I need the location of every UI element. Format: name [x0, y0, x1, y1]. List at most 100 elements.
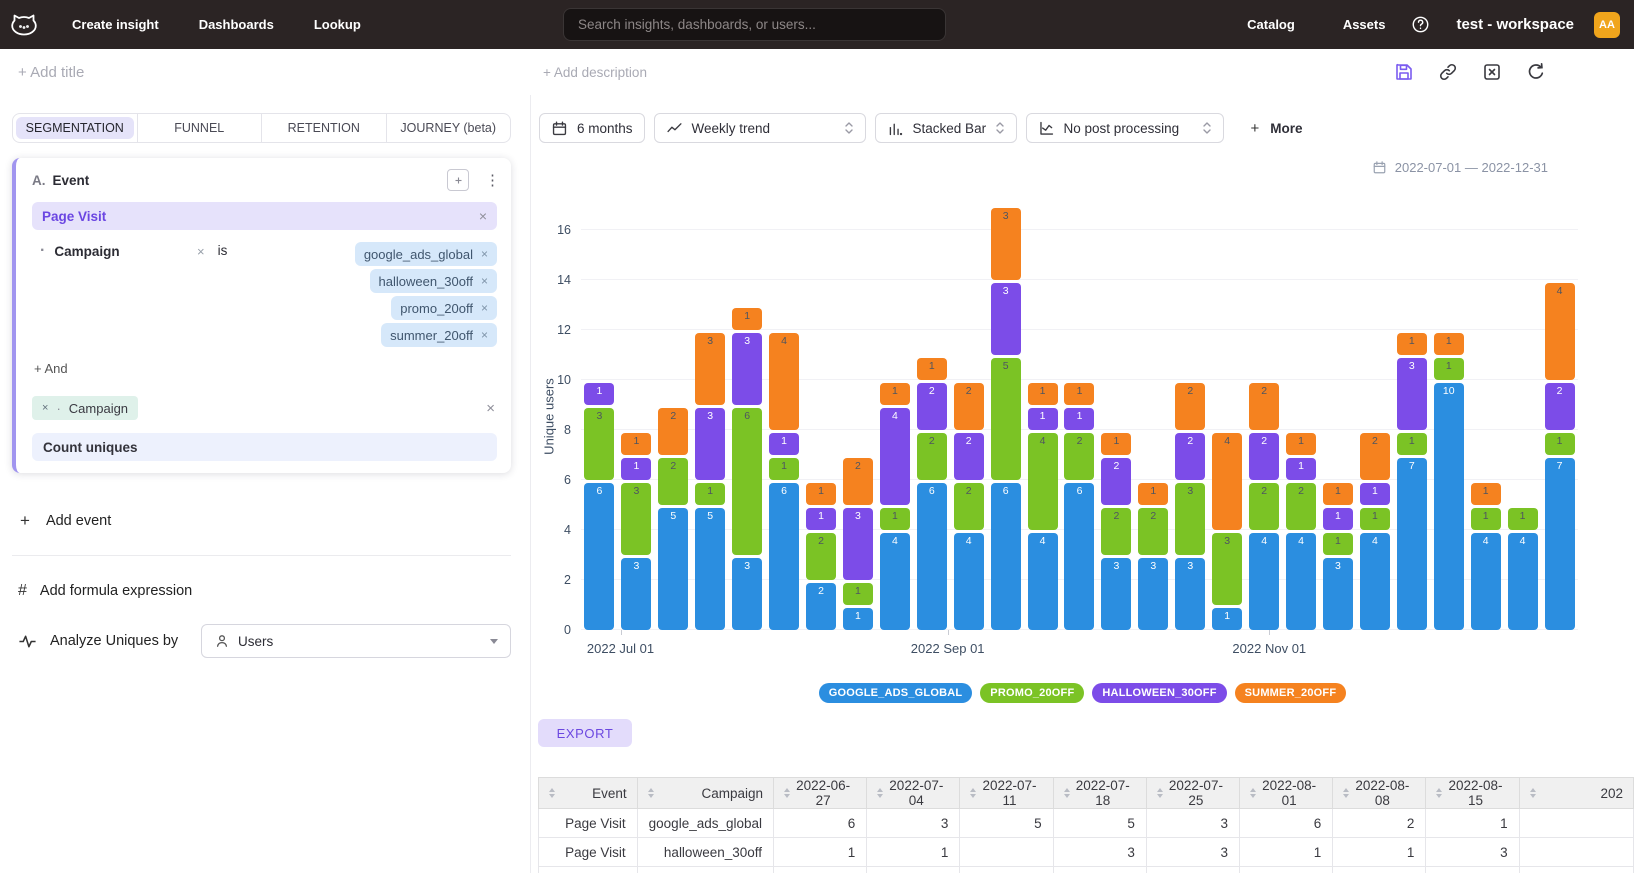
remove-chip-icon[interactable]: × [481, 274, 488, 288]
bar-segment-promo_20off[interactable]: 2 [1286, 483, 1316, 530]
bar-segment-promo_20off[interactable]: 1 [1360, 508, 1390, 530]
bar-segment-google_ads_global[interactable]: 6 [769, 483, 799, 630]
nav-link-lookup[interactable]: Lookup [314, 17, 361, 32]
bar-segment-summer_20off[interactable]: 1 [806, 483, 836, 505]
bar-segment-google_ads_global[interactable]: 4 [1249, 533, 1279, 630]
bar-segment-google_ads_global[interactable]: 1 [1212, 608, 1242, 630]
user-avatar[interactable]: AA [1594, 12, 1620, 38]
save-icon[interactable] [1394, 62, 1414, 82]
add-title-placeholder[interactable]: + Add title [18, 64, 84, 81]
bar-segment-google_ads_global[interactable]: 4 [954, 533, 984, 630]
bar-segment-halloween_30off[interactable]: 3 [695, 408, 725, 480]
bar-segment-halloween_30off[interactable]: 2 [1545, 383, 1575, 430]
bar-segment-google_ads_global[interactable]: 4 [880, 533, 910, 630]
table-header-cell-event[interactable]: Event [539, 778, 638, 809]
bar-segment-halloween_30off[interactable]: 1 [1064, 408, 1094, 430]
bar-segment-summer_20off[interactable]: 3 [695, 333, 725, 405]
bar-segment-halloween_30off[interactable]: 1 [769, 433, 799, 455]
remove-chip-icon[interactable]: × [481, 301, 488, 315]
bar-segment-summer_20off[interactable]: 2 [1249, 383, 1279, 430]
remove-chip-icon[interactable]: × [481, 328, 488, 342]
table-header-cell-2022-08-01[interactable]: 2022-08-01 [1240, 778, 1333, 809]
bar-segment-summer_20off[interactable]: 1 [1434, 333, 1464, 355]
bar-segment-promo_20off[interactable]: 1 [1545, 433, 1575, 455]
bar-segment-promo_20off[interactable]: 3 [584, 408, 614, 480]
bar-segment-halloween_30off[interactable]: 1 [1286, 458, 1316, 480]
legend-pill-promo_20off[interactable]: PROMO_20OFF [980, 683, 1084, 703]
filter-value-chip-google-ads-global[interactable]: google_ads_global× [355, 242, 497, 266]
add-event-button[interactable]: + Add event [12, 511, 511, 531]
bar-segment-halloween_30off[interactable]: 3 [991, 283, 1021, 355]
sort-icon[interactable] [1530, 788, 1536, 798]
bar-segment-halloween_30off[interactable]: 4 [880, 408, 910, 505]
bar-segment-summer_20off[interactable]: 1 [1397, 333, 1427, 355]
bar-segment-google_ads_global[interactable]: 3 [621, 558, 651, 630]
bar-segment-summer_20off[interactable]: 1 [1064, 383, 1094, 405]
bar-segment-promo_20off[interactable]: 3 [1175, 483, 1205, 555]
bar-segment-promo_20off[interactable]: 2 [1101, 508, 1131, 555]
bar-segment-halloween_30off[interactable]: 3 [1397, 358, 1427, 430]
toolbar-select-6-months[interactable]: 6 months [539, 113, 645, 143]
bar-segment-google_ads_global[interactable]: 6 [1064, 483, 1094, 630]
bar-segment-halloween_30off[interactable]: 1 [1360, 483, 1390, 505]
bar-segment-promo_20off[interactable]: 1 [880, 508, 910, 530]
sort-icon[interactable] [648, 788, 654, 798]
sort-icon[interactable] [549, 788, 555, 798]
add-description-placeholder[interactable]: + Add description [543, 65, 647, 80]
bar-segment-promo_20off[interactable]: 1 [1508, 508, 1538, 530]
bar-segment-summer_20off[interactable]: 4 [769, 333, 799, 430]
clear-box-icon[interactable] [1482, 62, 1502, 82]
bar-segment-halloween_30off[interactable]: 1 [621, 458, 651, 480]
table-header-cell-202[interactable]: 202 [1519, 778, 1633, 809]
bar-segment-google_ads_global[interactable]: 7 [1397, 458, 1427, 630]
bar-segment-google_ads_global[interactable]: 1 [843, 608, 873, 630]
bar-segment-halloween_30off[interactable]: 2 [1175, 433, 1205, 480]
remove-breakdown-icon[interactable]: × [42, 402, 48, 414]
bar-segment-google_ads_global[interactable]: 3 [1101, 558, 1131, 630]
breakdown-chip[interactable]: × · Campaign [32, 396, 138, 420]
table-header-cell-2022-07-04[interactable]: 2022-07-04 [867, 778, 960, 809]
date-range-control[interactable]: 2022-07-01 — 2022-12-31 [531, 157, 1634, 177]
bar-segment-google_ads_global[interactable]: 4 [1508, 533, 1538, 630]
bar-segment-summer_20off[interactable]: 1 [1101, 433, 1131, 455]
bar-segment-promo_20off[interactable]: 4 [1028, 433, 1058, 530]
bar-segment-halloween_30off[interactable]: 1 [584, 383, 614, 405]
table-header-cell-campaign[interactable]: Campaign [637, 778, 773, 809]
remove-event-icon[interactable]: × [479, 208, 487, 224]
bar-segment-halloween_30off[interactable]: 1 [1028, 408, 1058, 430]
add-formula-button[interactable]: # Add formula expression [12, 582, 511, 600]
legend-pill-halloween_30off[interactable]: HALLOWEEN_30OFF [1092, 683, 1226, 703]
bar-segment-google_ads_global[interactable]: 6 [584, 483, 614, 630]
filter-operator[interactable]: is [218, 243, 228, 258]
bar-segment-google_ads_global[interactable]: 4 [1360, 533, 1390, 630]
bar-segment-summer_20off[interactable]: 4 [1212, 433, 1242, 530]
bar-segment-promo_20off[interactable]: 2 [1249, 483, 1279, 530]
analyze-by-select[interactable]: Users [201, 624, 511, 658]
bar-segment-summer_20off[interactable]: 3 [991, 208, 1021, 280]
bar-segment-promo_20off[interactable]: 3 [1212, 533, 1242, 605]
table-header-cell-2022-07-18[interactable]: 2022-07-18 [1053, 778, 1146, 809]
bar-segment-promo_20off[interactable]: 1 [1323, 533, 1353, 555]
bar-segment-promo_20off[interactable]: 2 [954, 483, 984, 530]
bar-segment-summer_20off[interactable]: 1 [1471, 483, 1501, 505]
nav-link-create-insight[interactable]: Create insight [72, 17, 159, 32]
table-header-cell-2022-06-27[interactable]: 2022-06-27 [774, 778, 867, 809]
search-input[interactable] [563, 8, 946, 41]
filter-value-chip-summer-20off[interactable]: summer_20off× [381, 323, 497, 347]
workspace-name[interactable]: test - workspace [1456, 16, 1574, 33]
bar-segment-halloween_30off[interactable]: 3 [843, 508, 873, 580]
bar-segment-summer_20off[interactable]: 1 [1323, 483, 1353, 505]
more-options-button[interactable]: +More [1251, 120, 1303, 137]
bar-segment-promo_20off[interactable]: 2 [1138, 508, 1168, 555]
tab-retention[interactable]: RETENTION [261, 114, 386, 142]
bar-segment-promo_20off[interactable]: 1 [695, 483, 725, 505]
bar-segment-google_ads_global[interactable]: 3 [1138, 558, 1168, 630]
bar-segment-summer_20off[interactable]: 2 [954, 383, 984, 430]
bar-segment-promo_20off[interactable]: 1 [769, 458, 799, 480]
toolbar-select-stacked-bar[interactable]: Stacked Bar [875, 113, 1017, 143]
bar-segment-summer_20off[interactable]: 4 [1545, 283, 1575, 380]
refresh-icon[interactable] [1526, 62, 1546, 82]
bar-segment-summer_20off[interactable]: 1 [1028, 383, 1058, 405]
bar-segment-google_ads_global[interactable]: 4 [1471, 533, 1501, 630]
nav-link-dashboards[interactable]: Dashboards [199, 17, 274, 32]
